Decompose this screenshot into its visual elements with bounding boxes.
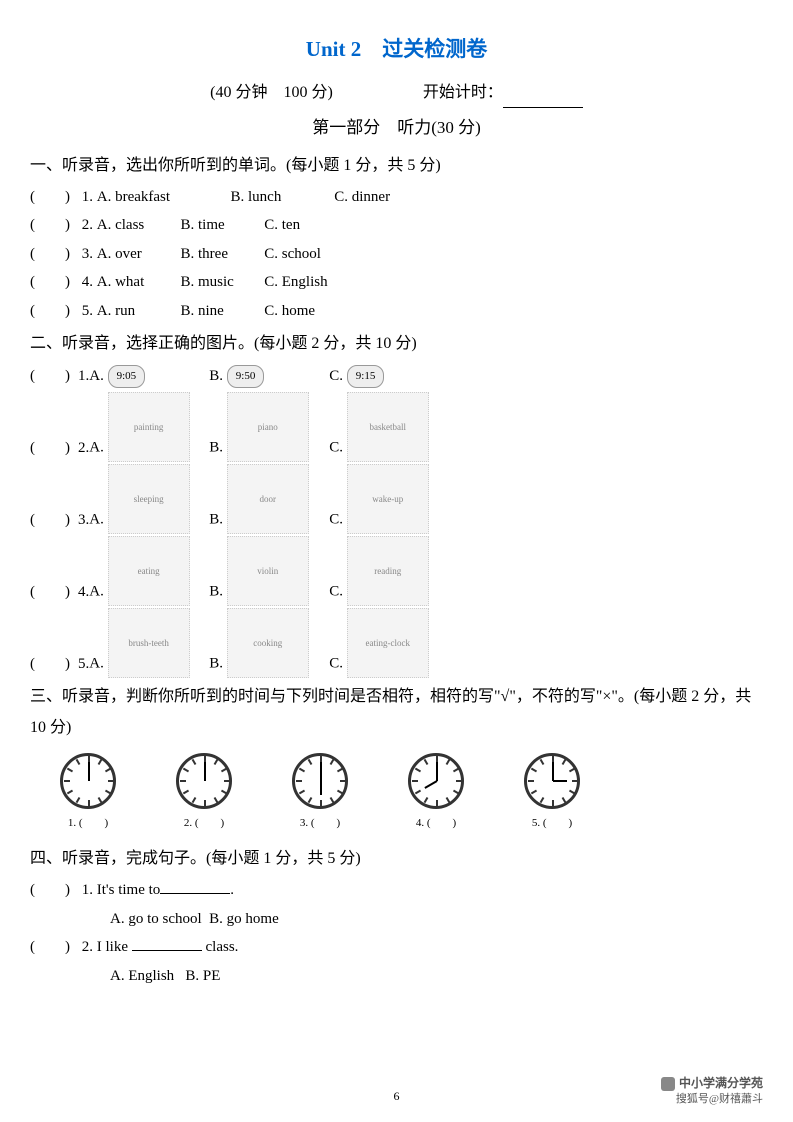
picture-icon: painting	[108, 392, 190, 462]
answer-paren[interactable]: ( )	[30, 434, 78, 463]
clock-label[interactable]: 4. ( )	[416, 817, 456, 829]
option-b: B. nine	[181, 297, 261, 326]
answer-paren[interactable]: ( )	[30, 650, 78, 679]
clock-item: 3. ( )	[292, 753, 348, 834]
picture-icon: brush-teeth	[108, 608, 190, 678]
wechat-icon	[661, 1077, 675, 1091]
exam-page: Unit 2 过关检测卷 (40 分钟 100 分) 开始计时： 第一部分 听力…	[0, 0, 793, 990]
option-b: B. go home	[209, 911, 279, 927]
meta-row: (40 分钟 100 分) 开始计时：	[30, 78, 763, 108]
picture-icon: wake-up	[347, 464, 429, 534]
section2-heading: 二、听录音，选择正确的图片。(每小题 2 分，共 10 分)	[30, 329, 763, 359]
answer-paren[interactable]: ( )	[30, 362, 78, 391]
section1-heading: 一、听录音，选出你所听到的单词。(每小题 1 分，共 5 分)	[30, 151, 763, 181]
section4-heading: 四、听录音，完成句子。(每小题 1 分，共 5 分)	[30, 844, 763, 874]
answer-paren[interactable]: ( )	[30, 240, 78, 269]
option-a: A. run	[97, 297, 177, 326]
clock-label[interactable]: 3. ( )	[300, 817, 340, 829]
clock-icon	[524, 753, 580, 809]
s4-options: A. English B. PE	[30, 962, 763, 991]
clock-icon	[292, 753, 348, 809]
option-a: A. English	[110, 968, 174, 984]
picture-icon: piano	[227, 392, 309, 462]
clock-icon	[60, 753, 116, 809]
section3-heading: 三、听录音，判断你所听到的时间与下列时间是否相符，相符的写"√"，不符的写"×"…	[30, 682, 763, 743]
s4-item: ( ) 1. It's time to.	[30, 876, 763, 905]
answer-paren[interactable]: ( )	[30, 933, 78, 962]
answer-paren[interactable]: ( )	[30, 211, 78, 240]
option-c: C. dinner	[334, 183, 390, 212]
answer-paren[interactable]: ( )	[30, 183, 78, 212]
answer-paren[interactable]: ( )	[30, 297, 78, 326]
time-pill: 9:15	[347, 365, 385, 388]
answer-paren[interactable]: ( )	[30, 578, 78, 607]
s1-item: ( ) 1. A. breakfast B. lunch C. dinner	[30, 183, 763, 212]
option-b: B. lunch	[231, 183, 331, 212]
picture-icon: sleeping	[108, 464, 190, 534]
s4-item: ( ) 2. I like class.	[30, 933, 763, 962]
timer-blank[interactable]	[503, 107, 583, 108]
s1-item: ( ) 4. A. what B. music C. English	[30, 268, 763, 297]
s1-item: ( ) 5. A. run B. nine C. home	[30, 297, 763, 326]
picture-icon: eating-clock	[347, 608, 429, 678]
option-a: A. over	[97, 240, 177, 269]
s2-item: ( ) 3. A. sleeping B. door C. wake-up	[30, 464, 763, 534]
duration-score: (40 分钟 100 分)	[210, 78, 333, 108]
option-b: B. PE	[185, 968, 220, 984]
picture-icon: cooking	[227, 608, 309, 678]
s2-item: ( ) 2. A. painting B. piano C. basketbal…	[30, 392, 763, 462]
clock-item: 1. ( )	[60, 753, 116, 834]
picture-icon: basketball	[347, 392, 429, 462]
s2-item: ( ) 1. A. 9:05 B. 9:50 C. 9:15	[30, 362, 763, 391]
option-a: A. go to school	[110, 911, 202, 927]
option-b: B. time	[181, 211, 261, 240]
fill-blank[interactable]	[132, 950, 202, 951]
option-c: C. home	[264, 297, 315, 326]
picture-icon: eating	[108, 536, 190, 606]
clock-icon	[408, 753, 464, 809]
option-a: A. class	[97, 211, 177, 240]
clock-item: 4. ( )	[408, 753, 464, 834]
picture-icon: door	[227, 464, 309, 534]
option-c: C. English	[264, 268, 327, 297]
option-b: B. music	[181, 268, 261, 297]
answer-paren[interactable]: ( )	[30, 506, 78, 535]
clock-row: 1. ( ) 2. ( ) 3. ( ) 4. ( ) 5. ( )	[60, 753, 763, 834]
clock-icon	[176, 753, 232, 809]
option-b: B. three	[181, 240, 261, 269]
picture-icon: violin	[227, 536, 309, 606]
s2-item: ( ) 5. A. brush-teeth B. cooking C. eati…	[30, 608, 763, 678]
s2-item: ( ) 4. A. eating B. violin C. reading	[30, 536, 763, 606]
time-pill: 9:50	[227, 365, 265, 388]
s1-item: ( ) 2. A. class B. time C. ten	[30, 211, 763, 240]
part-heading: 第一部分 听力(30 分)	[30, 112, 763, 144]
option-a: A. breakfast	[97, 183, 227, 212]
clock-item: 5. ( )	[524, 753, 580, 834]
time-pill: 9:05	[108, 365, 146, 388]
clock-label[interactable]: 5. ( )	[532, 817, 572, 829]
clock-label[interactable]: 1. ( )	[68, 817, 108, 829]
s1-item: ( ) 3. A. over B. three C. school	[30, 240, 763, 269]
answer-paren[interactable]: ( )	[30, 876, 78, 905]
option-a: A. what	[97, 268, 177, 297]
watermark: 中小学满分学苑 搜狐号@财禧蕭斗	[661, 1076, 763, 1106]
page-title: Unit 2 过关检测卷	[30, 30, 763, 70]
clock-label[interactable]: 2. ( )	[184, 817, 224, 829]
option-c: C. school	[264, 240, 321, 269]
fill-blank[interactable]	[160, 893, 230, 894]
timer-label: 开始计时：	[423, 78, 583, 108]
picture-icon: reading	[347, 536, 429, 606]
answer-paren[interactable]: ( )	[30, 268, 78, 297]
option-c: C. ten	[264, 211, 300, 240]
clock-item: 2. ( )	[176, 753, 232, 834]
s4-options: A. go to school B. go home	[30, 905, 763, 934]
